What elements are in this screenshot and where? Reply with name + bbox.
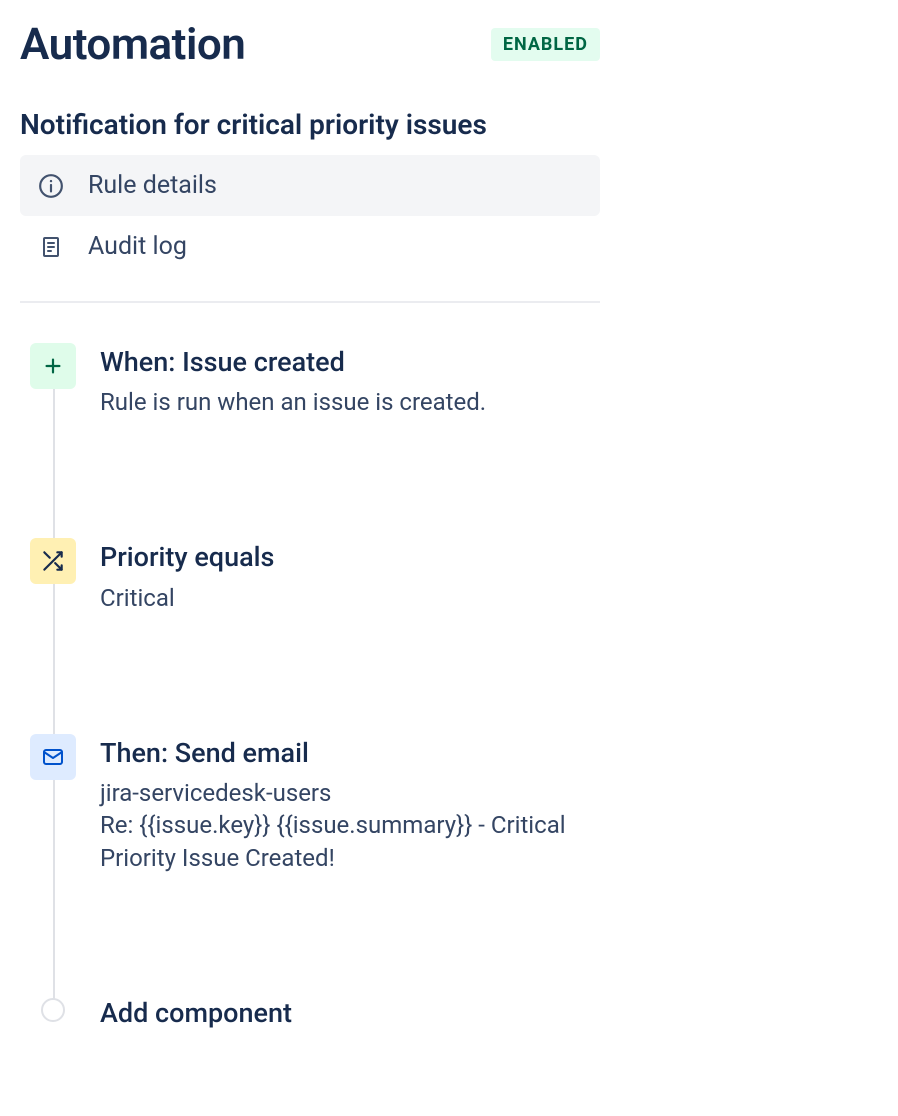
rule-flow: When: Issue created Rule is run when an … bbox=[20, 343, 600, 1031]
shuffle-icon bbox=[30, 538, 76, 584]
tab-audit-log[interactable]: Audit log bbox=[20, 216, 600, 277]
flow-step-desc: jira-servicedesk-usersRe: {{issue.key}} … bbox=[100, 777, 600, 874]
rule-title: Notification for critical priority issue… bbox=[20, 108, 600, 141]
tab-rule-details[interactable]: Rule details bbox=[20, 155, 600, 216]
flow-step-action[interactable]: Then: Send email jira-servicedesk-usersR… bbox=[30, 734, 600, 874]
divider bbox=[20, 301, 600, 303]
flow-step-title: Priority equals bbox=[100, 540, 274, 575]
flow-step-desc: Rule is run when an issue is created. bbox=[100, 386, 486, 418]
flow-step-body: When: Issue created Rule is run when an … bbox=[100, 343, 486, 418]
flow-step-trigger[interactable]: When: Issue created Rule is run when an … bbox=[30, 343, 600, 418]
mail-icon bbox=[30, 734, 76, 780]
rule-tabs: Rule details Audit log bbox=[20, 155, 600, 277]
status-badge: ENABLED bbox=[491, 28, 600, 61]
flow-step-body: Add component bbox=[100, 994, 292, 1031]
flow-step-title: Add component bbox=[100, 996, 292, 1031]
flow-step-title: Then: Send email bbox=[100, 736, 600, 771]
tab-label: Audit log bbox=[88, 232, 187, 261]
flow-connector bbox=[53, 389, 55, 1019]
flow-step-add-component[interactable]: Add component bbox=[30, 994, 600, 1031]
flow-step-title: When: Issue created bbox=[100, 345, 486, 380]
flow-step-desc: Critical bbox=[100, 582, 274, 614]
page-title: Automation bbox=[20, 18, 245, 70]
flow-step-condition[interactable]: Priority equals Critical bbox=[30, 538, 600, 613]
plus-icon bbox=[30, 343, 76, 389]
tab-label: Rule details bbox=[88, 171, 217, 200]
flow-step-body: Then: Send email jira-servicedesk-usersR… bbox=[100, 734, 600, 874]
flow-step-body: Priority equals Critical bbox=[100, 538, 274, 613]
page-header: Automation ENABLED bbox=[20, 18, 600, 70]
info-icon bbox=[38, 173, 64, 199]
empty-circle-icon bbox=[41, 998, 65, 1022]
note-icon bbox=[38, 234, 64, 260]
